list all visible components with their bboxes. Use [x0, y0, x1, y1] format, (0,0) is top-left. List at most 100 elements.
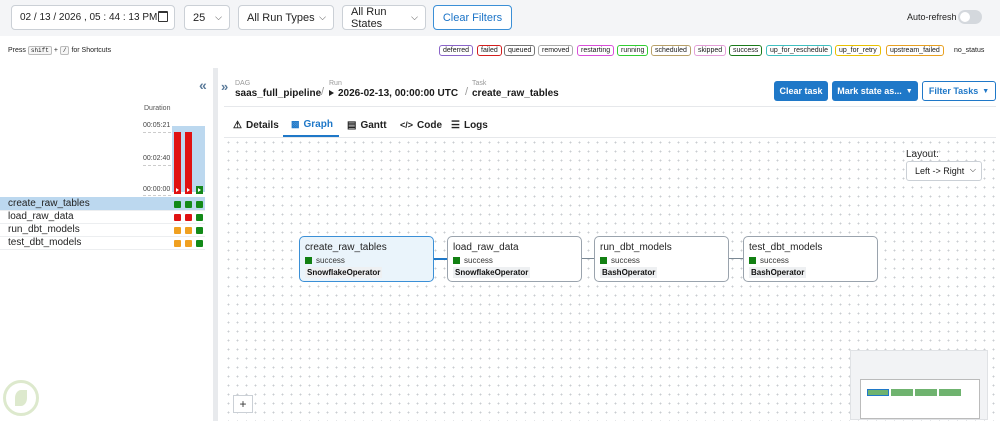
task-row-divider	[0, 249, 205, 250]
node-operator: SnowflakeOperator	[453, 267, 531, 278]
node-status: success	[749, 256, 789, 265]
state-badge-removed[interactable]: removed	[538, 45, 574, 56]
task-instance-square[interactable]	[185, 240, 192, 247]
status-square-icon	[305, 257, 312, 264]
panel-divider[interactable]	[213, 68, 218, 421]
grid-panel: « Duration 00:05:21 00:02:40 00:00:00 cr…	[0, 68, 213, 421]
run-play-icon	[176, 188, 179, 192]
graph-node[interactable]: run_dbt_modelssuccess BashOperator	[594, 236, 729, 282]
tick-line-mid	[143, 165, 171, 166]
tab-code[interactable]: </> Code	[400, 113, 442, 137]
chevron-down-icon: ▼	[982, 87, 990, 95]
tab-logs[interactable]: ☰ Logs	[451, 113, 488, 137]
node-status: success	[600, 256, 640, 265]
play-icon	[329, 90, 334, 96]
minimap-node	[939, 389, 961, 396]
auto-refresh-toggle[interactable]	[958, 10, 982, 24]
tabs-rule	[224, 106, 996, 107]
task-row-label[interactable]: load_raw_data	[8, 211, 74, 222]
task-instance-square[interactable]	[174, 201, 181, 208]
tab-details[interactable]: ⚠ Details	[233, 113, 279, 137]
clear-filters-button[interactable]: Clear Filters	[433, 5, 512, 30]
run-types-select[interactable]: All Run Types ⌵	[238, 5, 334, 30]
tab-gantt[interactable]: ▤ Gantt	[347, 113, 387, 137]
task-instance-square[interactable]	[185, 214, 192, 221]
task-instance-square[interactable]	[196, 214, 203, 221]
task-row-label[interactable]: create_raw_tables	[8, 198, 90, 209]
minimap-node	[891, 389, 913, 396]
state-badge-failed[interactable]: failed	[477, 45, 502, 56]
run-play-icon	[198, 188, 201, 192]
graph-edge	[729, 258, 743, 259]
filter-bar: 02 / 13 / 2026 , 05 : 44 : 13 PM 25 ⌵ Al…	[0, 0, 1000, 36]
datetime-input[interactable]: 02 / 13 / 2026 , 05 : 44 : 13 PM	[11, 5, 175, 30]
tick-line-top	[143, 132, 171, 133]
layout-select[interactable]: Left -> Right ⌵	[906, 161, 982, 181]
state-badge-running[interactable]: running	[617, 45, 649, 56]
duration-label: Duration	[144, 105, 171, 112]
state-badge-restarting[interactable]: restarting	[577, 45, 615, 56]
filter-tasks-button[interactable]: Filter Tasks ▼	[922, 81, 996, 101]
chevron-down-icon: ⌵	[319, 12, 326, 22]
task-instance-square[interactable]	[185, 201, 192, 208]
minimap-viewport[interactable]	[860, 379, 980, 419]
task-instance-square[interactable]	[174, 214, 181, 221]
state-badge-up-for-retry[interactable]: up_for_retry	[835, 45, 881, 56]
run-duration-bar[interactable]	[174, 132, 181, 194]
gantt-icon: ▤	[347, 119, 357, 131]
breadcrumb: DAG saas_full_pipeline / Run 2026-02-13,…	[235, 80, 775, 102]
graph-icon: ▩	[291, 118, 300, 129]
status-square-icon	[749, 257, 756, 264]
status-square-icon	[453, 257, 460, 264]
layout-label: Layout:	[906, 149, 939, 160]
watermark-logo	[3, 380, 39, 416]
tab-graph[interactable]: ▩ Graph	[283, 113, 339, 137]
minimap-node	[915, 389, 937, 396]
tick-line-bottom	[143, 195, 171, 196]
run-duration-bar[interactable]	[185, 132, 192, 194]
zoom-in-button[interactable]: +	[233, 395, 253, 413]
task-instance-square[interactable]	[196, 240, 203, 247]
graph-node[interactable]: test_dbt_modelssuccess BashOperator	[743, 236, 878, 282]
status-square-icon	[600, 257, 607, 264]
task-row-label[interactable]: test_dbt_models	[8, 237, 81, 248]
minimap[interactable]	[850, 350, 988, 420]
breadcrumb-run-label: Run	[329, 80, 342, 87]
code-icon: </>	[400, 120, 414, 130]
chevron-down-icon: ▼	[905, 87, 913, 95]
task-instance-square[interactable]	[196, 201, 203, 208]
task-instance-square[interactable]	[185, 227, 192, 234]
mark-state-button[interactable]: Mark state as... ▼	[832, 81, 918, 101]
task-instance-square[interactable]	[174, 227, 181, 234]
state-badge-scheduled[interactable]: scheduled	[651, 45, 691, 56]
graph-node[interactable]: create_raw_tables success SnowflakeOperato…	[299, 236, 434, 282]
node-operator: BashOperator	[749, 267, 807, 278]
state-badge-queued[interactable]: queued	[504, 45, 536, 56]
breadcrumb-task[interactable]: create_raw_tables	[472, 88, 559, 99]
run-states-select[interactable]: All Run States ⌵	[342, 5, 426, 30]
breadcrumb-dag-label: DAG	[235, 80, 251, 87]
state-badge-no-status[interactable]: no_status	[950, 45, 989, 56]
state-badge-skipped[interactable]: skipped	[694, 45, 727, 56]
task-instance-square[interactable]	[174, 240, 181, 247]
breadcrumb-dag[interactable]: saas_full_pipeline	[235, 88, 321, 99]
page-size-select[interactable]: 25 ⌵	[184, 5, 230, 30]
breadcrumb-run[interactable]: 2026-02-13, 00:00:00 UTC	[338, 88, 458, 99]
task-row-label[interactable]: run_dbt_models	[8, 224, 80, 235]
node-name: run_dbt_models	[600, 242, 672, 253]
calendar-icon[interactable]	[158, 11, 168, 22]
node-operator: BashOperator	[600, 267, 658, 278]
collapse-grid-icon[interactable]: «	[199, 77, 207, 93]
state-badge-deferred[interactable]: deferred	[439, 45, 474, 56]
graph-edge	[434, 258, 447, 260]
task-instance-square[interactable]	[196, 227, 203, 234]
expand-grid-icon[interactable]: »	[221, 79, 228, 94]
breadcrumb-task-label: Task	[472, 80, 487, 87]
chevron-down-icon: ⌵	[969, 165, 976, 174]
state-badge-success[interactable]: success	[729, 45, 763, 56]
state-badge-up-for-reschedule[interactable]: up_for_reschedule	[766, 45, 832, 56]
clear-task-button[interactable]: Clear task	[774, 81, 828, 101]
node-name: test_dbt_models	[749, 242, 823, 253]
state-badge-upstream-failed[interactable]: upstream_failed	[886, 45, 944, 56]
graph-node[interactable]: load_raw_data success SnowflakeOperator	[447, 236, 582, 282]
